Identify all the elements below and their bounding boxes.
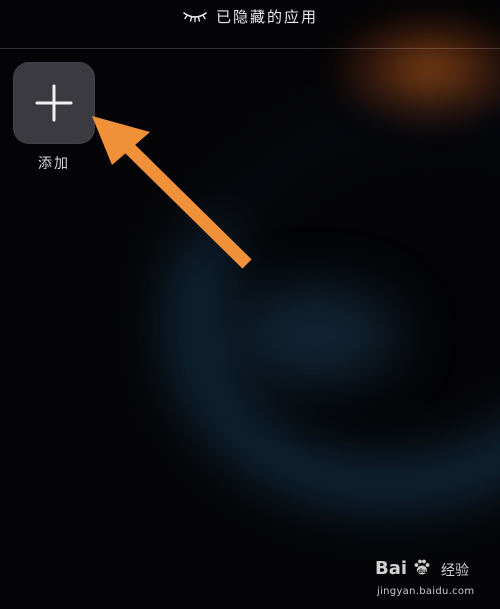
plus-icon xyxy=(35,84,73,122)
watermark-brand-prefix: Bai xyxy=(375,558,408,579)
watermark-jingyan: 经验 xyxy=(441,563,469,579)
paw-icon: du xyxy=(414,559,430,575)
add-hidden-app-button[interactable] xyxy=(13,62,95,144)
hidden-apps-screen: 已隐藏的应用 添加 Bai du 经验 jingyan.baidu.com xyxy=(0,0,500,609)
header-bar: 已隐藏的应用 xyxy=(0,0,500,49)
wallpaper-blue-glow xyxy=(230,290,400,380)
header-divider xyxy=(0,48,500,49)
baidu-jingyan-watermark: Bai du 经验 jingyan.baidu.com xyxy=(375,558,497,606)
watermark-brand: Bai du xyxy=(375,558,431,579)
closed-eye-icon xyxy=(183,12,207,23)
watermark-url: jingyan.baidu.com xyxy=(377,586,475,597)
header-content: 已隐藏的应用 xyxy=(0,6,500,28)
svg-text:du: du xyxy=(418,568,427,575)
page-title: 已隐藏的应用 xyxy=(215,8,318,26)
add-button-label: 添加 xyxy=(38,156,70,172)
